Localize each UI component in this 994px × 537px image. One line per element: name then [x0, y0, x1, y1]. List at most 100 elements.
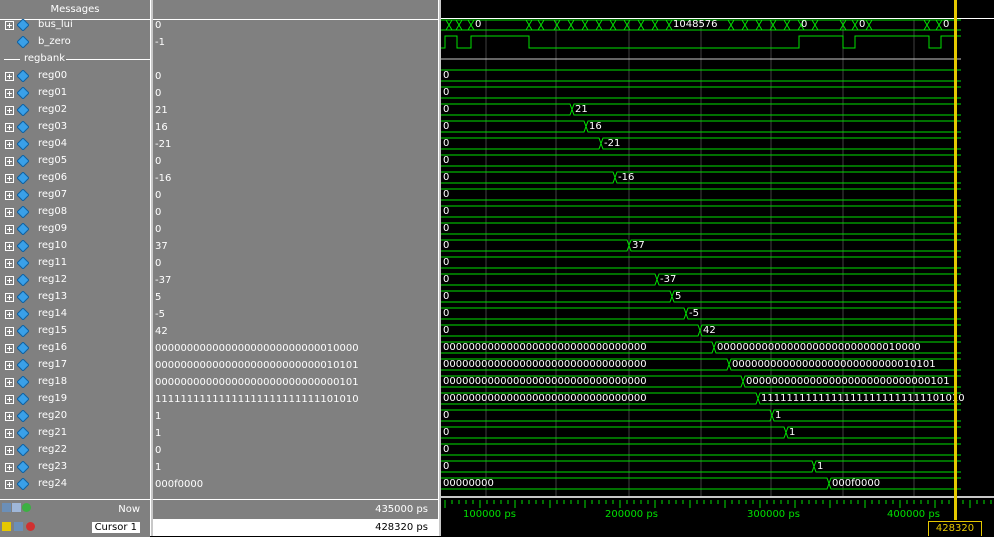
signal-value: -1 [155, 37, 165, 48]
expand-icon[interactable] [5, 89, 14, 98]
signal-row-reg18[interactable]: reg18 [0, 374, 150, 391]
signal-row-reg21[interactable]: reg21 [0, 425, 150, 442]
cursor-line[interactable] [954, 0, 957, 520]
expand-icon[interactable] [5, 21, 14, 30]
expand-icon[interactable] [5, 463, 14, 472]
signal-name: reg11 [38, 257, 68, 268]
signal-row-reg15[interactable]: reg15 [0, 323, 150, 340]
signal-row-reg22[interactable]: reg22 [0, 442, 150, 459]
wave-initial-label: 0 [443, 257, 450, 268]
signal-value: 5 [155, 292, 162, 303]
now-label: Now [118, 504, 140, 515]
signal-row-reg04[interactable]: reg04 [0, 136, 150, 153]
bus-transition [581, 19, 589, 31]
expand-icon[interactable] [5, 106, 14, 115]
expand-icon[interactable] [5, 395, 14, 404]
signal-name: reg13 [38, 291, 68, 302]
bus-lui-value-label: 0 [859, 19, 866, 30]
expand-icon[interactable] [5, 361, 14, 370]
signal-row-reg16[interactable]: reg16 [0, 340, 150, 357]
expand-icon[interactable] [5, 276, 14, 285]
expand-icon[interactable] [5, 140, 14, 149]
wave-initial-label: 0 [443, 172, 450, 183]
wave-initial-label: 0 [443, 291, 450, 302]
expand-icon[interactable] [5, 72, 14, 81]
wave-value-label: 16 [589, 121, 602, 132]
signal-row-reg01[interactable]: reg01 [0, 85, 150, 102]
signal-row-reg03[interactable]: reg03 [0, 119, 150, 136]
expand-icon[interactable] [5, 344, 14, 353]
signal-row-reg10[interactable]: reg10 [0, 238, 150, 255]
wave-window-icon[interactable] [2, 503, 11, 512]
bus-transition [851, 19, 859, 31]
expand-icon[interactable] [5, 293, 14, 302]
signal-row-reg06[interactable]: reg06 [0, 170, 150, 187]
signal-row-reg02[interactable]: reg02 [0, 102, 150, 119]
cursor-time-tag[interactable]: 428320 ps [928, 521, 982, 536]
signal-row-reg23[interactable]: reg23 [0, 459, 150, 476]
expand-icon[interactable] [5, 242, 14, 251]
expand-icon[interactable] [5, 208, 14, 217]
signal-value: 0 [155, 207, 162, 218]
wave-initial-label: 0 [443, 444, 450, 455]
wave-value-label: 000f0000 [832, 478, 881, 489]
list-icon[interactable] [12, 503, 21, 512]
expand-icon[interactable] [5, 157, 14, 166]
expand-icon[interactable] [5, 378, 14, 387]
signal-value: 42 [155, 326, 168, 337]
expand-icon[interactable] [5, 327, 14, 336]
signal-row-reg19[interactable]: reg19 [0, 391, 150, 408]
signal-row-reg05[interactable]: reg05 [0, 153, 150, 170]
signal-row-reg20[interactable]: reg20 [0, 408, 150, 425]
waveform-pane[interactable]: 0 0 0 21 0 16 0 -21 0 0 -16 0 0 0 0 37 0 0 -37 0 5 0 -5 0 42 0000… [441, 0, 994, 536]
delete-cursor-icon[interactable] [26, 522, 36, 531]
signal-row-reg17[interactable]: reg17 [0, 357, 150, 374]
wave-initial-label: 0 [443, 240, 450, 251]
signal-row-reg07[interactable]: reg07 [0, 187, 150, 204]
bus-transition [727, 19, 735, 31]
signal-row-b-zero[interactable]: b_zero [0, 34, 150, 51]
signal-name: reg16 [38, 342, 68, 353]
signal-row-reg12[interactable]: reg12 [0, 272, 150, 289]
expand-icon[interactable] [5, 446, 14, 455]
signal-value: 0 [155, 445, 162, 456]
signal-value: 0 [155, 71, 162, 82]
wave-value-label: 00000000000000000000000000000101 [746, 376, 950, 387]
wave-value-label: 00000000000000000000000000010000 [717, 342, 921, 353]
wrench-icon[interactable] [14, 522, 24, 531]
bus-transition [865, 19, 873, 31]
signal-row-reg00[interactable]: reg00 [0, 68, 150, 85]
expand-icon[interactable] [5, 259, 14, 268]
signal-row-reg09[interactable]: reg09 [0, 221, 150, 238]
signal-value: 000f0000 [155, 479, 204, 490]
signal-row-reg13[interactable]: reg13 [0, 289, 150, 306]
expand-icon[interactable] [5, 412, 14, 421]
signal-row-reg24[interactable]: reg24 [0, 476, 150, 493]
signal-row-reg14[interactable]: reg14 [0, 306, 150, 323]
group-regbank[interactable]: regbank [0, 51, 150, 68]
expand-icon[interactable] [5, 191, 14, 200]
signal-values-pane: 0 -1 0 0 21 16 -21 0 -16 0 0 0 37 0 -37 5 -5 42 0000000000… [153, 0, 438, 536]
bus-lui-value-label: 0 [475, 19, 482, 30]
time-ruler[interactable]: 100000 ps 200000 ps 300000 ps 400000 ps [441, 496, 994, 536]
signal-row-bus-lui[interactable]: bus_lui [0, 17, 150, 34]
bus-transition [755, 19, 763, 31]
cursor-value-box: 428320 ps [153, 519, 438, 536]
expand-icon[interactable] [5, 310, 14, 319]
signal-name: reg00 [38, 70, 68, 81]
add-icon[interactable] [22, 503, 31, 512]
expand-icon[interactable] [5, 480, 14, 489]
signal-row-reg08[interactable]: reg08 [0, 204, 150, 221]
expand-icon[interactable] [5, 225, 14, 234]
expand-icon[interactable] [5, 174, 14, 183]
bus-lui-value-label: 0 [801, 19, 808, 30]
lock-icon[interactable] [2, 522, 11, 531]
expand-icon[interactable] [5, 123, 14, 132]
waveform-canvas[interactable] [441, 0, 994, 496]
signal-row-reg11[interactable]: reg11 [0, 255, 150, 272]
cursor-label[interactable]: Cursor 1 [91, 522, 140, 533]
wave-initial-label: 0 [443, 70, 450, 81]
wave-value-label: 11111111111111111111111111101010 [761, 393, 965, 404]
footer-names: Now Cursor 1 [0, 499, 150, 537]
expand-icon[interactable] [5, 429, 14, 438]
